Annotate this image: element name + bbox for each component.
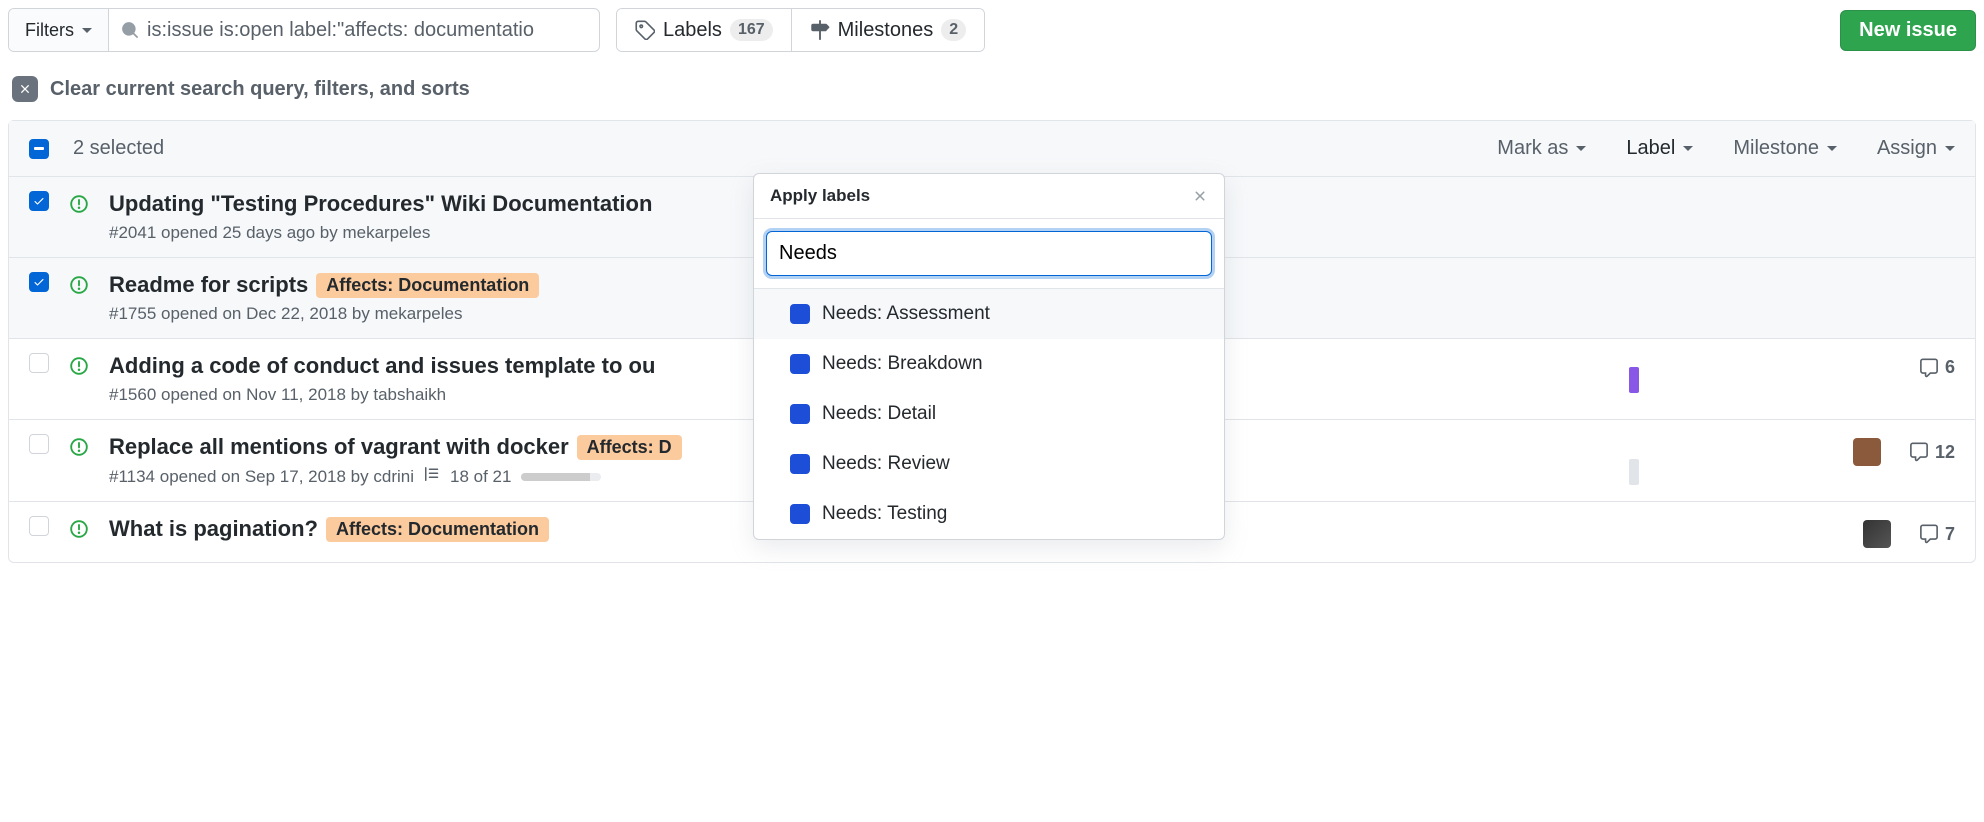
label-option[interactable]: Needs: Assessment [754, 289, 1224, 339]
swatch-icon [790, 404, 810, 424]
caret-down-icon [82, 28, 92, 33]
toolbar: Filters Labels 167 Milestones 2 New issu… [8, 0, 1976, 60]
labels-milestones-group: Labels 167 Milestones 2 [616, 8, 985, 52]
open-issue-icon [69, 437, 89, 457]
filters-button[interactable]: Filters [9, 9, 109, 51]
checklist-icon [424, 466, 440, 487]
labels-button[interactable]: Labels 167 [617, 9, 791, 51]
swatch-icon [790, 304, 810, 324]
issue-row-right: 7 [1863, 516, 1955, 548]
milestones-count: 2 [941, 19, 966, 41]
comments-count[interactable]: 7 [1919, 524, 1955, 545]
search-input-wrap[interactable] [109, 9, 599, 51]
assign-action[interactable]: Assign [1877, 137, 1955, 160]
label-chip[interactable]: Affects: D [577, 435, 682, 460]
issue-checkbox[interactable] [29, 434, 49, 454]
filter-search-group: Filters [8, 8, 600, 52]
issue-title[interactable]: Readme for scripts [109, 272, 308, 298]
mark-as-action[interactable]: Mark as [1497, 137, 1586, 160]
caret-down-icon [1683, 146, 1693, 151]
progress-text: 18 of 21 [450, 467, 511, 487]
popover-search-wrap [754, 219, 1224, 289]
popover-options: Needs: Assessment Needs: Breakdown Needs… [754, 289, 1224, 539]
milestones-label: Milestones [838, 19, 934, 42]
open-issue-icon [69, 356, 89, 376]
issue-checkbox[interactable] [29, 272, 49, 292]
filters-label: Filters [25, 20, 74, 41]
issue-checkbox[interactable] [29, 516, 49, 536]
label-chip[interactable]: Affects: Documentation [326, 517, 549, 542]
milestones-button[interactable]: Milestones 2 [791, 9, 985, 51]
clear-filters-text: Clear current search query, filters, and… [50, 78, 470, 101]
open-issue-icon [69, 194, 89, 214]
caret-down-icon [1945, 146, 1955, 151]
issue-title[interactable]: Updating "Testing Procedures" Wiki Docum… [109, 191, 652, 217]
issue-title[interactable]: Replace all mentions of vagrant with doc… [109, 434, 569, 460]
labels-count: 167 [730, 19, 773, 41]
issues-list: 2 selected Mark as Label Milestone Assig… [8, 120, 1976, 563]
bulk-actions: Mark as Label Milestone Assign [1497, 137, 1955, 160]
avatar[interactable] [1853, 438, 1881, 466]
caret-down-icon [1827, 146, 1837, 151]
label-action[interactable]: Label [1626, 137, 1693, 160]
close-icon[interactable] [1192, 188, 1208, 204]
label-chip[interactable]: Affects: Documentation [316, 273, 539, 298]
progress-bar [521, 473, 601, 481]
issues-list-header: 2 selected Mark as Label Milestone Assig… [9, 121, 1975, 177]
swatch-icon [790, 454, 810, 474]
swatch-icon [790, 504, 810, 524]
avatar[interactable] [1863, 520, 1891, 548]
selected-count: 2 selected [73, 137, 164, 160]
search-icon [121, 21, 139, 39]
label-option[interactable]: Needs: Testing [754, 489, 1224, 539]
clear-filters-row[interactable]: Clear current search query, filters, and… [8, 60, 1976, 120]
label-option[interactable]: Needs: Breakdown [754, 339, 1224, 389]
milestone-icon [810, 20, 830, 40]
open-issue-icon [69, 519, 89, 539]
select-all-checkbox[interactable] [29, 139, 49, 159]
issue-checkbox[interactable] [29, 353, 49, 373]
labels-label: Labels [663, 19, 722, 42]
label-option[interactable]: Needs: Review [754, 439, 1224, 489]
tag-icon [635, 20, 655, 40]
milestone-action[interactable]: Milestone [1733, 137, 1837, 160]
popover-search-input[interactable] [766, 231, 1212, 276]
search-input[interactable] [147, 19, 591, 42]
label-option[interactable]: Needs: Detail [754, 389, 1224, 439]
swatch-icon [790, 354, 810, 374]
issue-checkbox[interactable] [29, 191, 49, 211]
issue-title[interactable]: What is pagination? [109, 516, 318, 542]
comments-count[interactable]: 12 [1909, 442, 1955, 463]
apply-labels-popover: Apply labels Needs: Assessment Needs: Br… [753, 173, 1225, 540]
comments-count[interactable]: 6 [1919, 357, 1955, 378]
open-issue-icon [69, 275, 89, 295]
clear-x-icon [12, 76, 38, 102]
issue-row-right: 6 [1919, 353, 1955, 378]
issue-title[interactable]: Adding a code of conduct and issues temp… [109, 353, 655, 379]
new-issue-button[interactable]: New issue [1840, 10, 1976, 51]
issue-row-right: 12 [1853, 434, 1955, 466]
popover-title: Apply labels [770, 186, 870, 206]
caret-down-icon [1576, 146, 1586, 151]
popover-header: Apply labels [754, 174, 1224, 219]
